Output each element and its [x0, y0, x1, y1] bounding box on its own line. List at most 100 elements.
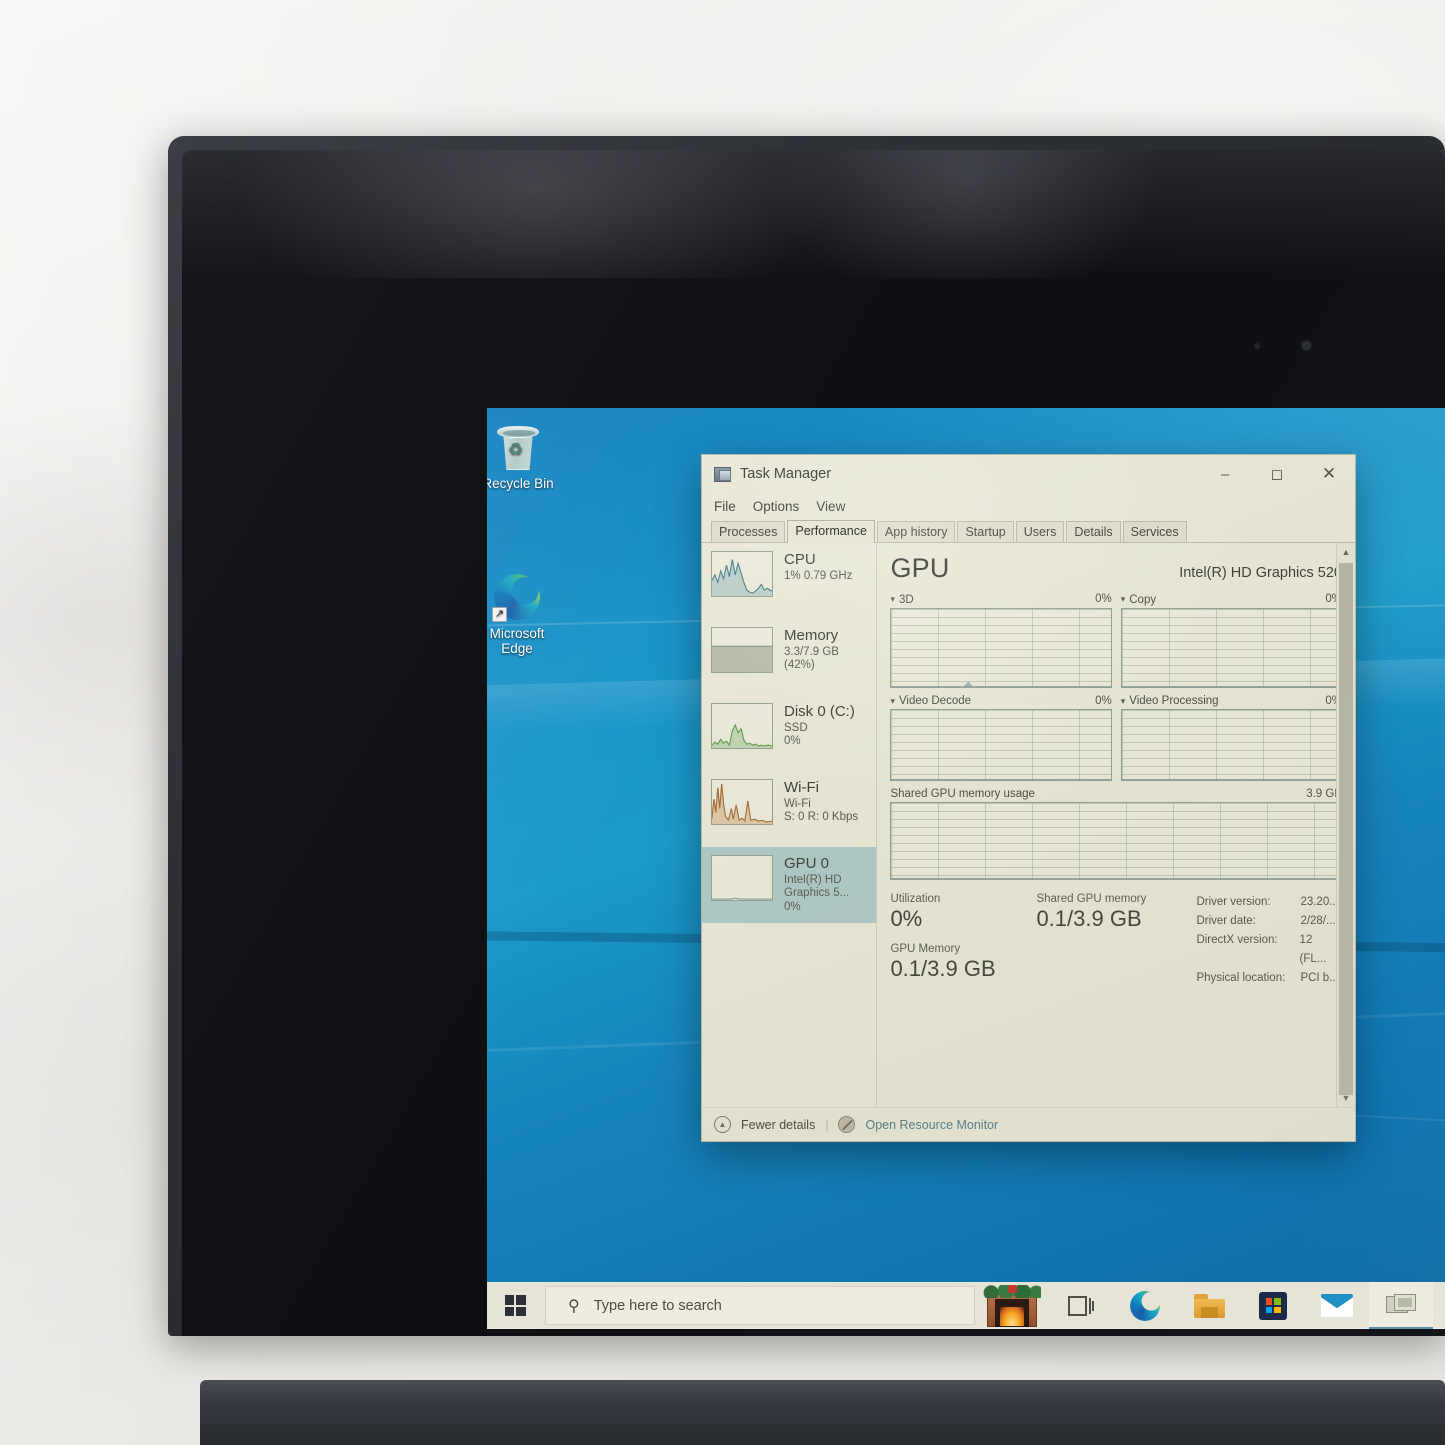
windows-logo-icon	[504, 1295, 526, 1316]
sidebar-item-memory[interactable]: Memory 3.3/7.9 GB (42%)	[702, 619, 876, 695]
cpu-graph-thumbnail	[711, 551, 773, 597]
chart-value: 0%	[1095, 694, 1112, 707]
info-row: Driver version: 23.20....	[1196, 893, 1342, 912]
gpu-engine-charts-row-2: ▾ Video Decode 0% ▾ Video Processing 0%	[890, 694, 1342, 781]
taskbar-item-cortana[interactable]	[975, 1282, 1049, 1329]
tab-processes[interactable]: Processes	[711, 521, 786, 543]
stat-value: 0.1/3.9 GB	[890, 956, 996, 981]
edge-icon	[1130, 1290, 1160, 1321]
mail-icon	[1321, 1294, 1353, 1317]
tab-services[interactable]: Services	[1122, 521, 1187, 543]
menu-item-view[interactable]: View	[816, 499, 845, 514]
gpu-detail-panel: GPU Intel(R) HD Graphics 520 ▾ 3D 0% ▾ C…	[877, 543, 1355, 1107]
info-key: DirectX version:	[1196, 934, 1278, 946]
minimize-button[interactable]: –	[1199, 455, 1251, 493]
folder-icon	[1193, 1293, 1225, 1318]
sidebar-item-title: Wi-Fi	[784, 779, 819, 796]
scroll-down-arrow-icon[interactable]: ▼	[1337, 1089, 1355, 1107]
vertical-scrollbar[interactable]: ▲ ▼	[1336, 543, 1355, 1107]
laptop-lid: ♻ Recycle Bin ↗ Microsoft Edge Task Mana…	[168, 136, 1445, 1445]
fireplace-icon	[983, 1284, 1041, 1327]
gpu-model-name: Intel(R) HD Graphics 520	[1179, 565, 1342, 581]
info-row: Driver date: 2/28/...	[1196, 912, 1342, 931]
recycle-bin-icon: ♻	[487, 418, 572, 470]
window-titlebar[interactable]: Task Manager – ◻ ✕	[702, 455, 1355, 493]
sidebar-item-gpu-0[interactable]: GPU 0 Intel(R) HD Graphics 5... 0%	[702, 847, 877, 923]
close-button[interactable]: ✕	[1303, 455, 1355, 493]
scroll-up-arrow-icon[interactable]: ▲	[1337, 543, 1355, 561]
task-view-icon	[1068, 1295, 1094, 1316]
fewer-details-button[interactable]: Fewer details	[741, 1118, 815, 1132]
taskbar-item-task-view[interactable]	[1049, 1282, 1113, 1329]
sidebar-item-detail: Intel(R) HD Graphics 5...	[784, 873, 850, 900]
chart-plot-area	[1120, 709, 1342, 781]
sidebar-item-wi-fi[interactable]: Wi-Fi Wi-Fi S: 0 R: 0 Kbps	[702, 771, 876, 847]
chart-plot-area	[890, 607, 1112, 688]
tab-startup[interactable]: Startup	[957, 521, 1014, 543]
gpu-stats: Utilization 0% GPU Memory 0.1/3.9 GB Sha…	[890, 893, 1342, 993]
search-input[interactable]: ⚲ Type here to search	[545, 1286, 975, 1325]
sidebar-item-detail: Wi-Fi	[784, 797, 811, 810]
gpu-header: GPU Intel(R) HD Graphics 520	[890, 553, 1342, 584]
laptop-screen-bezel: ♻ Recycle Bin ↗ Microsoft Edge Task Mana…	[182, 150, 1445, 1336]
chart-label: Shared GPU memory usage	[890, 788, 1035, 800]
chart-3d: ▾ 3D 0%	[890, 593, 1112, 688]
task-manager-window[interactable]: Task Manager – ◻ ✕ File Options View Pro…	[701, 454, 1356, 1142]
taskbar-item-file-explorer[interactable]	[1177, 1282, 1241, 1329]
menu-item-file[interactable]: File	[714, 499, 736, 514]
chevron-down-icon[interactable]: ▾	[890, 594, 895, 605]
shortcut-arrow-icon: ↗	[492, 607, 507, 622]
sidebar-item-detail: 3.3/7.9 GB (42%)	[784, 645, 839, 672]
search-icon: ⚲	[568, 1297, 580, 1315]
sidebar-item-disk-0[interactable]: Disk 0 (C:) SSD 0%	[702, 695, 876, 771]
chevron-down-icon[interactable]: ▾	[1121, 594, 1126, 605]
sidebar-item-detail: 0%	[784, 900, 801, 913]
stat-label: GPU Memory	[890, 943, 961, 955]
sidebar-item-detail: S: 0 R: 0 Kbps	[784, 811, 859, 824]
resource-monitor-icon[interactable]	[838, 1116, 856, 1133]
chevron-down-icon[interactable]: ▾	[1121, 696, 1126, 707]
taskbar-item-microsoft-store[interactable]	[1241, 1282, 1305, 1329]
chevron-up-circle-icon[interactable]: ▲	[714, 1116, 731, 1133]
page-title: GPU	[890, 553, 950, 583]
scrollbar-thumb[interactable]	[1339, 563, 1353, 1095]
taskbar-item-task-manager[interactable]	[1369, 1282, 1433, 1329]
tab-strip[interactable]: Processes Performance App history Startu…	[702, 519, 1355, 543]
window-footer: ▲ Fewer details | Open Resource Monitor	[702, 1107, 1355, 1141]
shared-memory-plot-area	[890, 802, 1342, 880]
stat-value: 0.1/3.9 GB	[1036, 906, 1142, 931]
sidebar-item-cpu[interactable]: CPU 1% 0.79 GHz	[702, 543, 876, 619]
taskbar-item-mail[interactable]	[1305, 1282, 1369, 1329]
desktop-screen: ♻ Recycle Bin ↗ Microsoft Edge Task Mana…	[487, 408, 1445, 1329]
info-key: Driver version:	[1196, 896, 1271, 908]
tab-app-history[interactable]: App history	[876, 521, 956, 543]
tab-details[interactable]: Details	[1066, 521, 1121, 543]
tab-users[interactable]: Users	[1015, 521, 1065, 543]
chart-label: Copy	[1129, 593, 1157, 606]
menu-item-options[interactable]: Options	[753, 499, 800, 514]
stat-label: Shared GPU memory	[1036, 893, 1147, 905]
chart-plot-area	[1120, 607, 1342, 688]
taskbar-item-microsoft-edge[interactable]	[1113, 1282, 1177, 1329]
open-resource-monitor-link[interactable]: Open Resource Monitor	[865, 1118, 998, 1132]
start-button[interactable]	[487, 1282, 543, 1329]
memory-bar-thumbnail	[711, 627, 773, 673]
desktop-icon-label: Recycle Bin	[487, 476, 554, 491]
task-manager-icon	[714, 466, 731, 482]
menu-bar[interactable]: File Options View	[702, 493, 1355, 519]
tab-performance[interactable]: Performance	[787, 520, 875, 543]
footer-separator: |	[825, 1117, 829, 1132]
chart-value: 0%	[1095, 593, 1112, 605]
stats-column-utilization: Utilization 0% GPU Memory 0.1/3.9 GB	[890, 893, 1036, 993]
desktop-icon-recycle-bin[interactable]: ♻ Recycle Bin	[487, 418, 572, 491]
taskbar[interactable]: ⚲ Type here to search	[487, 1282, 1445, 1329]
performance-sidebar[interactable]: CPU 1% 0.79 GHz Memory 3.3/7.9 GB (42%) …	[702, 543, 878, 1107]
webcam-lens	[1302, 341, 1311, 350]
sidebar-item-detail: 1% 0.79 GHz	[784, 569, 853, 582]
info-key: Physical location:	[1196, 972, 1286, 984]
maximize-button[interactable]: ◻	[1251, 455, 1303, 493]
desktop-icon-microsoft-edge[interactable]: ↗ Microsoft Edge	[487, 568, 571, 656]
info-row: DirectX version: 12 (FL...	[1196, 931, 1342, 969]
window-controls: – ◻ ✕	[1199, 455, 1355, 493]
chevron-down-icon[interactable]: ▾	[890, 696, 895, 707]
